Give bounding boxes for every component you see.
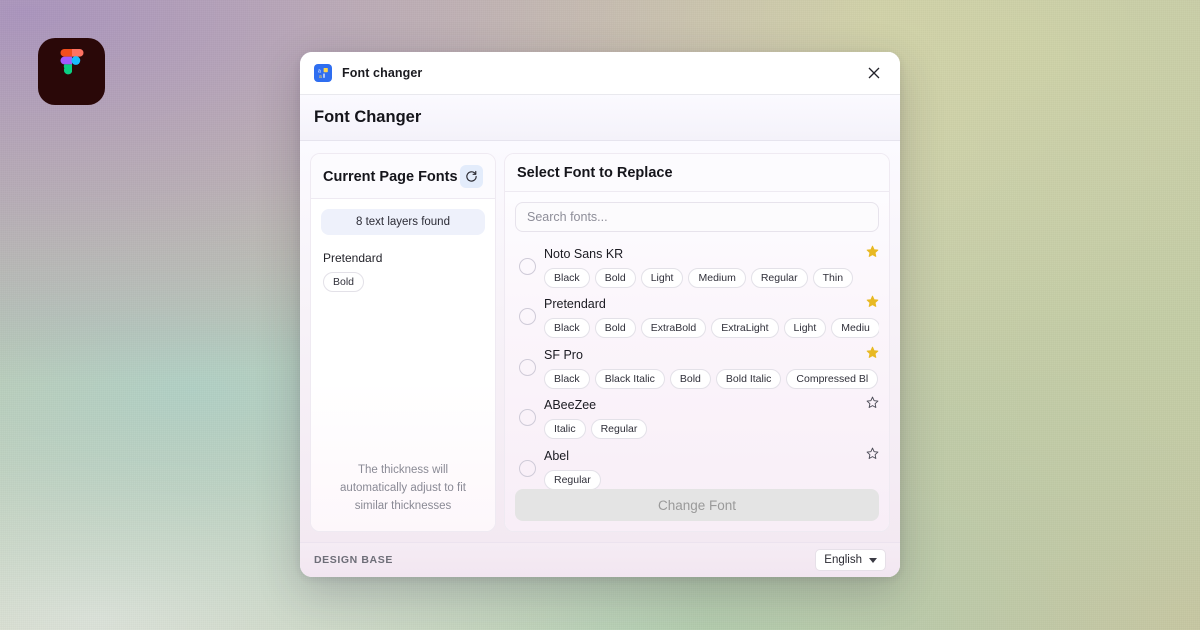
weight-chip[interactable]: Compressed Bl	[786, 368, 879, 389]
font-list[interactable]: Noto Sans KR Black Bold Light Medium Regular T…	[515, 241, 879, 489]
weight-chip[interactable]: Bold	[669, 368, 711, 389]
font-row-content: Abel Regular	[544, 447, 879, 489]
star-filled-icon[interactable]	[860, 295, 879, 313]
current-font-weights: Bold	[321, 272, 485, 292]
change-font-button[interactable]: Change Font	[515, 489, 879, 521]
font-row-content: Noto Sans KR Black Bold Light Medium Regular T…	[544, 245, 879, 288]
font-list-item[interactable]: Pretendard Black Bold ExtraBold ExtraLight Li…	[515, 292, 879, 343]
select-font-body: Noto Sans KRBlackBoldLightMediumRegularT…	[505, 192, 889, 531]
font-row-top: Noto Sans KR	[544, 245, 879, 263]
select-font-title: Select Font to Replace	[517, 165, 673, 181]
weight-chip[interactable]: Black	[544, 267, 590, 288]
language-value: English	[824, 554, 862, 566]
weight-chip[interactable]: Bold	[323, 272, 365, 292]
font-name: ABeeZee	[544, 398, 597, 413]
figma-logo-icon	[60, 48, 83, 74]
weight-chip[interactable]: Mediu	[831, 318, 879, 339]
font-row-content: Pretendard Black Bold ExtraBold ExtraLight Li…	[544, 295, 879, 339]
figma-logo	[38, 38, 105, 105]
current-font-list: Pretendard Bold	[321, 251, 485, 292]
star-glyph	[866, 396, 879, 409]
font-radio[interactable]	[519, 459, 536, 477]
search-input[interactable]	[515, 202, 879, 232]
weight-chip[interactable]: Light	[640, 267, 684, 288]
star-glyph	[866, 295, 879, 308]
translate-glyph: a a	[318, 68, 328, 79]
refresh-glyph	[466, 170, 477, 182]
weight-chip[interactable]: Black	[544, 368, 590, 389]
font-weight-chips: Black Black Italic Bold Bold Italic Compress…	[544, 368, 879, 389]
font-row-content: ABeeZee Italic Regular	[544, 396, 879, 440]
refresh-icon[interactable]	[460, 165, 483, 188]
weight-chip[interactable]: Light	[783, 318, 827, 339]
current-font-name: Pretendard	[323, 251, 383, 265]
page-title: Font Changer	[314, 108, 422, 126]
close-glyph	[868, 67, 880, 79]
weight-chip[interactable]: Thin	[812, 267, 854, 288]
current-page-fonts-header: Current Page Fonts	[311, 154, 495, 199]
svg-text:a: a	[319, 74, 322, 79]
chevron-down-icon	[869, 557, 877, 563]
weight-chip[interactable]: Bold	[594, 318, 636, 339]
font-row-content: SF Pro Black Black Italic Bold Bold Italic Co…	[544, 346, 879, 389]
window-body: Current Page Fonts 8 text layers found P…	[300, 141, 900, 542]
font-changer-window: a a Font changer Font Changer Current Pa…	[300, 52, 900, 577]
font-row-top: Abel	[544, 447, 879, 465]
weight-chip[interactable]: Black Italic	[594, 368, 665, 389]
select-font-panel: Select Font to Replace Noto Sans KR Black…	[504, 153, 890, 532]
star-glyph	[866, 346, 879, 358]
font-weight-chips: Italic Regular	[544, 419, 879, 440]
star-outline-icon[interactable]	[860, 396, 879, 414]
weight-chip[interactable]: ExtraBold	[640, 318, 707, 339]
weight-chip[interactable]: Bold Italic	[715, 368, 782, 389]
brand-label: DESIGN BASE	[314, 554, 393, 566]
weight-chip[interactable]: ExtraLight	[711, 318, 779, 339]
weight-chip[interactable]: Regular	[590, 419, 648, 440]
star-glyph	[866, 447, 879, 459]
language-select[interactable]: English	[815, 549, 886, 571]
weight-chip[interactable]: Regular	[544, 469, 601, 489]
window-titlebar: a a Font changer	[300, 52, 900, 95]
font-row-top: SF Pro	[544, 346, 879, 364]
current-page-fonts-title: Current Page Fonts	[323, 168, 458, 185]
font-radio[interactable]	[519, 308, 536, 326]
text-layers-badge: 8 text layers found	[321, 209, 485, 235]
font-weight-chips: Black Bold ExtraBold ExtraLight Light Mediu	[544, 318, 879, 339]
current-page-fonts-body: 8 text layers found Pretendard Bold The …	[311, 199, 495, 531]
font-row-top: ABeeZee	[544, 396, 879, 414]
page-header: Font Changer	[300, 95, 900, 141]
font-weight-chips: Black Bold Light Medium Regular Thin	[544, 267, 879, 288]
font-radio[interactable]	[519, 409, 536, 427]
translate-icon: a a	[314, 64, 332, 82]
font-list-item[interactable]: Abel Regular	[515, 443, 879, 489]
font-list-item[interactable]: Noto Sans KR Black Bold Light Medium Regular T…	[515, 241, 879, 292]
weight-chip[interactable]: Medium	[688, 267, 746, 288]
font-weight-chips: Regular	[544, 469, 879, 489]
font-row-top: Pretendard	[544, 295, 879, 313]
weight-chip[interactable]: Italic	[544, 419, 586, 440]
font-name: Noto Sans KR	[544, 246, 624, 261]
close-icon[interactable]	[862, 61, 886, 85]
font-name: Pretendard	[544, 297, 606, 312]
font-name: SF Pro	[544, 347, 583, 362]
star-glyph	[866, 245, 879, 257]
select-font-header: Select Font to Replace	[505, 154, 889, 192]
font-list-item[interactable]: ABeeZee Italic Regular	[515, 393, 879, 444]
current-page-fonts-panel: Current Page Fonts 8 text layers found P…	[310, 153, 496, 532]
thickness-note: The thickness will automatically adjust …	[340, 464, 466, 512]
weight-chip[interactable]: Regular	[750, 267, 808, 288]
font-radio[interactable]	[519, 358, 536, 376]
star-outline-icon[interactable]	[860, 447, 879, 465]
star-filled-icon[interactable]	[860, 346, 879, 364]
window-footer: DESIGN BASE English	[300, 542, 900, 577]
window-title: Font changer	[342, 66, 423, 80]
font-name: Abel	[544, 448, 570, 463]
star-filled-icon[interactable]	[860, 245, 879, 263]
weight-chip[interactable]: Bold	[594, 267, 636, 288]
weight-chip[interactable]: Black	[544, 318, 590, 339]
font-radio[interactable]	[519, 257, 536, 275]
font-list-item[interactable]: SF Pro Black Black Italic Bold Bold Italic Co…	[515, 342, 879, 393]
